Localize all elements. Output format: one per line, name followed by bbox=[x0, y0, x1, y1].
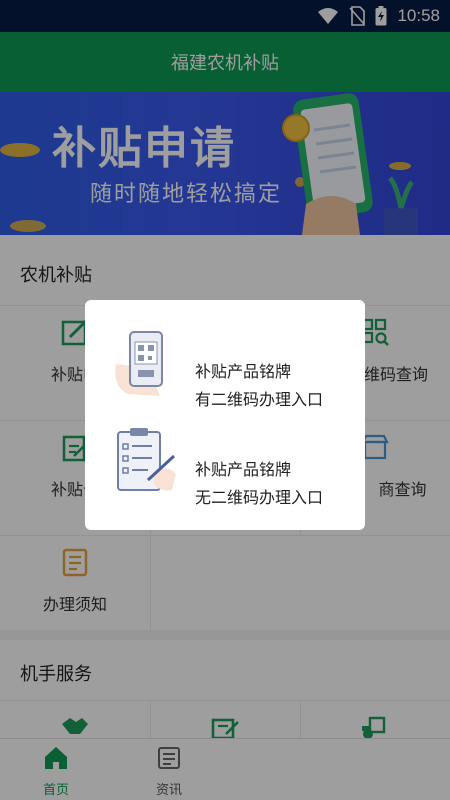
checklist-form-icon bbox=[117, 428, 176, 491]
option-subtitle: 无二维码办理入口 bbox=[195, 488, 324, 507]
without-qr-code-option[interactable]: 补贴产品铭牌 无二维码办理入口 bbox=[85, 414, 365, 514]
option-title: 补贴产品铭牌 bbox=[195, 460, 292, 479]
option-title: 补贴产品铭牌 bbox=[195, 362, 292, 381]
with-qr-code-option[interactable]: 补贴产品铭牌 有二维码办理入口 bbox=[85, 316, 365, 416]
scan-qr-phone-icon bbox=[115, 331, 163, 396]
plate-option-dialog: 补贴产品铭牌 有二维码办理入口 补贴产品铭牌 无二维码办理入口 bbox=[85, 300, 365, 530]
option-subtitle: 有二维码办理入口 bbox=[195, 390, 324, 409]
